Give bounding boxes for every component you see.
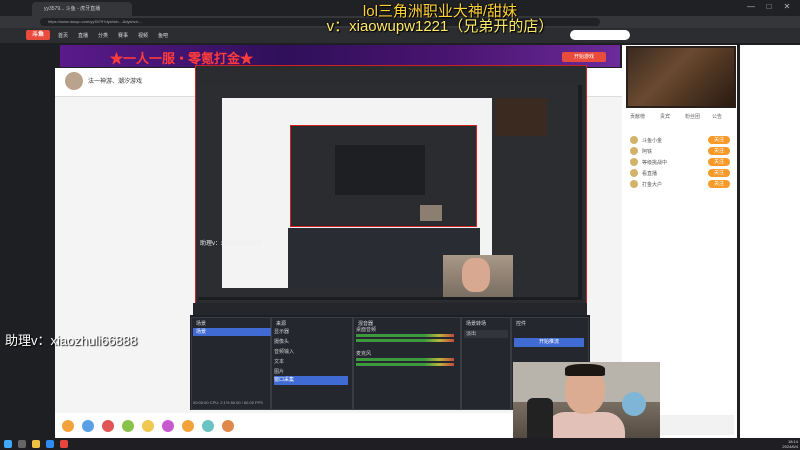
clock-date: 2024/6/4 (782, 444, 798, 449)
audio-meter (356, 358, 454, 361)
right-empty-area (740, 45, 800, 440)
browser-tab[interactable]: yy3579... 斗鱼 - 虎牙直播 (32, 2, 132, 16)
banner-play-button[interactable]: 开始游戏 (562, 52, 606, 62)
tab-fans[interactable]: 粉丝团 (685, 113, 700, 120)
list-item: 看直播 关注 (630, 169, 730, 179)
rank-name: 打金大户 (642, 182, 663, 188)
minimize-button[interactable]: — (746, 2, 756, 12)
nested-side-video (495, 98, 547, 136)
start-streaming-button[interactable]: 开始推流 (514, 338, 584, 347)
source-item[interactable]: 文本 (274, 358, 348, 367)
gift-icon[interactable] (182, 420, 194, 432)
source-item-selected[interactable]: 窗口采集 (274, 376, 348, 385)
list-item: 打金大户 关注 (630, 180, 730, 190)
mixer-track-label: 桌面音频 (356, 327, 377, 333)
webcam-person-hair (565, 364, 605, 376)
rank-icon (630, 158, 638, 166)
rank-icon (630, 147, 638, 155)
windows-taskbar (0, 438, 800, 450)
source-item[interactable]: 摄像头 (274, 338, 348, 347)
nav-item-forum[interactable]: 鱼吧 (158, 32, 168, 39)
list-item: 阿铁 关注 (630, 147, 730, 157)
chrome-icon[interactable] (60, 440, 68, 448)
nav-item-category[interactable]: 分类 (98, 32, 108, 39)
scene-item[interactable]: 场景 (193, 328, 271, 336)
search-icon[interactable] (18, 440, 26, 448)
nested-watermark: 助理v：xiaozhuli66888 (200, 241, 262, 247)
taskbar-clock: 18:14 2024/6/4 (760, 439, 798, 449)
audio-meter (356, 339, 454, 342)
gift-icon[interactable] (122, 420, 134, 432)
close-window-button[interactable]: ✕ (782, 2, 792, 12)
rank-name: 斗鱼小金 (642, 138, 663, 144)
tab-notice[interactable]: 公告 (712, 113, 722, 120)
follow-button[interactable]: 关注 (708, 180, 730, 188)
streamer-name[interactable]: 法一神游、潮汐游戏 (88, 76, 142, 85)
gift-icon[interactable] (222, 420, 234, 432)
site-logo[interactable]: 斗鱼 (26, 30, 50, 40)
gift-icon[interactable] (202, 420, 214, 432)
rank-name: 阿铁 (642, 149, 653, 155)
rank-icon (630, 136, 638, 144)
nav-item-video[interactable]: 视频 (138, 32, 148, 39)
follow-button[interactable]: 关注 (708, 136, 730, 144)
nav-item-home[interactable]: 首页 (58, 32, 68, 39)
tab-contribution[interactable]: 贡献榜 (630, 113, 645, 120)
maximize-button[interactable]: □ (764, 2, 774, 12)
follow-button[interactable]: 关注 (708, 169, 730, 177)
assistant-contact-text: 助理v：xiaozhuli66888 (5, 333, 138, 348)
panel-title: 来源 (276, 321, 287, 327)
plush-toy (622, 392, 646, 416)
list-item: 斗鱼小金 关注 (630, 136, 730, 146)
panel-title: 控件 (516, 321, 527, 327)
stream-overlay-text: lol三角洲职业大神/甜妹 v：xiaowupw1221（兄弟开的店） (250, 0, 630, 40)
nav-item-events[interactable]: 赛事 (118, 32, 128, 39)
windows-start-icon[interactable] (4, 440, 12, 448)
nav-item-live[interactable]: 直播 (78, 32, 88, 39)
nested-webcam (420, 205, 442, 221)
panel-title: 场景转场 (466, 321, 487, 327)
audio-meter (356, 363, 454, 366)
url-text: https://www.douyu.com/yy3579?dyshid=...&… (48, 19, 143, 24)
rank-name: 等级挑战中 (642, 160, 668, 166)
edge-icon[interactable] (46, 440, 54, 448)
file-explorer-icon[interactable] (32, 440, 40, 448)
side-ad-image (628, 48, 734, 106)
nested-capture-deep (335, 145, 425, 195)
follow-button[interactable]: 关注 (708, 147, 730, 155)
captured-webcam-face (462, 258, 490, 292)
gift-icon[interactable] (102, 420, 114, 432)
gift-icon[interactable] (62, 420, 74, 432)
follow-button[interactable]: 关注 (708, 158, 730, 166)
overlay-line-2: v：xiaowupw1221（兄弟开的店） (326, 18, 554, 35)
obs-toolbar (193, 303, 587, 315)
rank-icon (630, 180, 638, 188)
audio-meter (356, 334, 454, 337)
transition-select[interactable]: 淡出 (464, 330, 508, 338)
gift-icon[interactable] (82, 420, 94, 432)
rank-icon (630, 169, 638, 177)
tab-vip[interactable]: 贵宾 (660, 113, 670, 120)
gift-icon[interactable] (142, 420, 154, 432)
panel-title: 场景 (196, 321, 207, 327)
list-item: 等级挑战中 关注 (630, 158, 730, 168)
tab-title: yy3579... 斗鱼 - 虎牙直播 (44, 6, 101, 12)
mixer-track-label: 麦克风 (356, 351, 372, 357)
source-item[interactable]: 音频输入 (274, 348, 348, 357)
rank-name: 看直播 (642, 171, 658, 177)
source-item[interactable]: 显示器 (274, 328, 348, 337)
gift-icon[interactable] (162, 420, 174, 432)
avatar[interactable] (65, 72, 83, 90)
